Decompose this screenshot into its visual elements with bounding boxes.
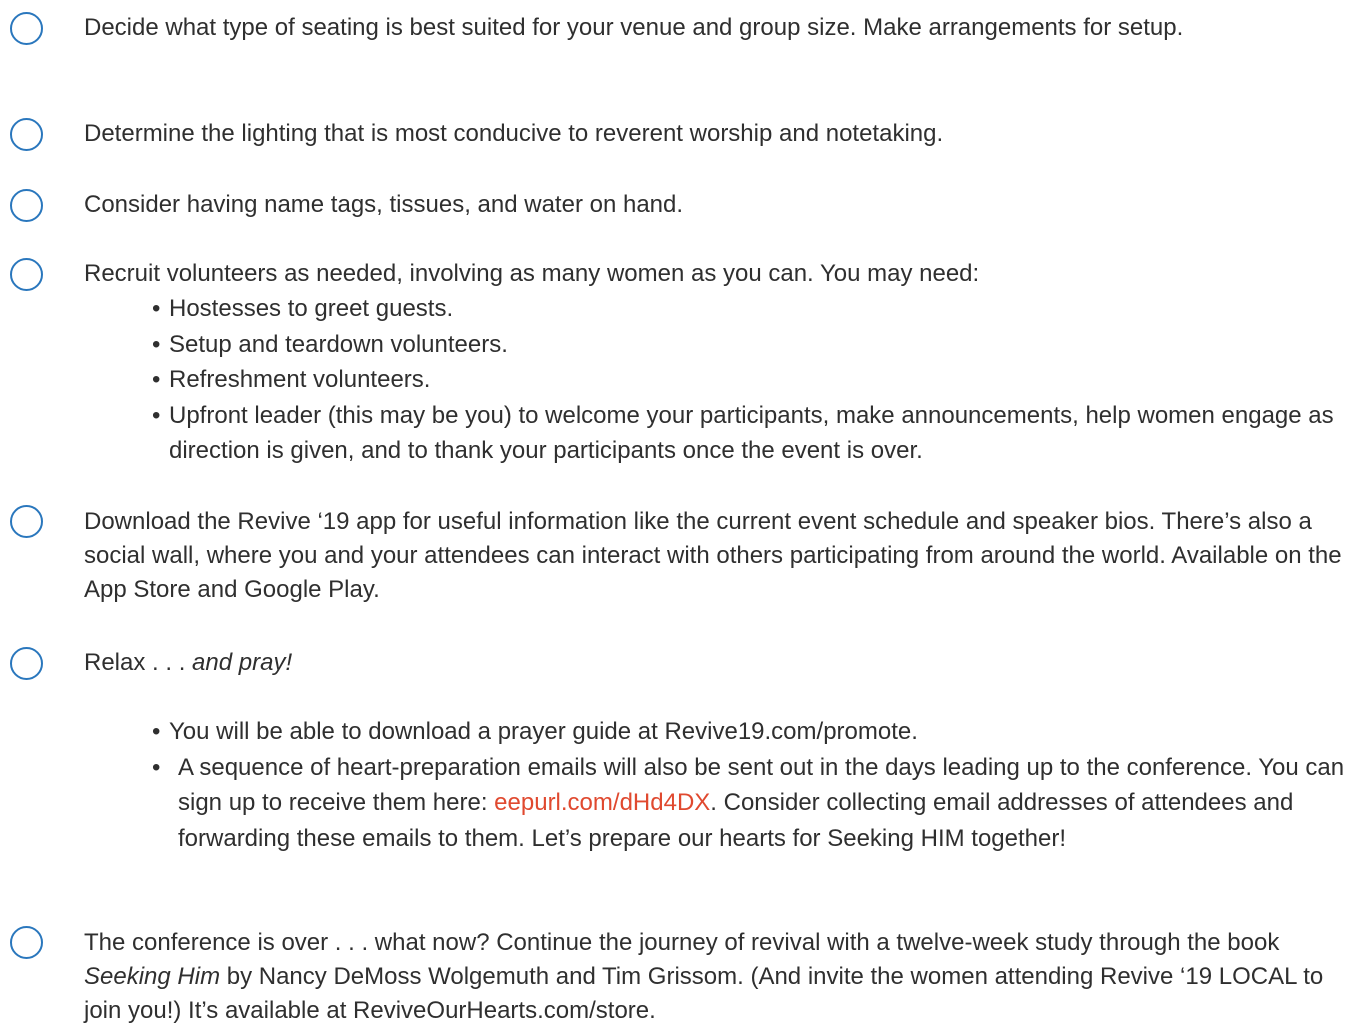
checkbox-circle-icon[interactable] <box>10 12 43 45</box>
relax-text: Relax . . . <box>84 649 193 676</box>
list-item: • You will be able to download a prayer g… <box>152 718 918 745</box>
item-text: The conference is over . . . what now? C… <box>84 929 1324 1024</box>
checkbox-circle-icon[interactable] <box>10 189 43 222</box>
list-item: • A sequence of heart-preparation emails … <box>152 753 1345 852</box>
checkbox-circle-icon[interactable] <box>10 926 43 959</box>
list-item: • Refreshment volunteers. <box>152 366 431 393</box>
item-text: Determine the lighting that is most cond… <box>84 120 944 147</box>
checkbox-circle-icon[interactable] <box>10 647 43 680</box>
list-item: • Hostesses to greet guests. <box>152 295 454 322</box>
item-text: Relax . . . and pray! <box>84 647 1354 679</box>
item-text: Decide what type of seating is best suit… <box>84 14 1184 41</box>
checkbox-circle-icon[interactable] <box>10 258 43 291</box>
book-title: Seeking Him <box>84 963 221 990</box>
and-pray-text: and pray! <box>192 649 293 676</box>
checkbox-circle-icon[interactable] <box>10 505 43 538</box>
list-item: • Setup and teardown volunteers. <box>152 330 508 358</box>
prayer-list: • You will be able to download a prayer g… <box>148 714 1353 856</box>
item-text: Consider having name tags, tissues, and … <box>84 191 684 218</box>
volunteer-list: • Hostesses to greet guests. • Setup and t… <box>148 291 1353 469</box>
signup-link[interactable]: eepurl.com/dHd4DX <box>494 789 710 816</box>
item-text: Recruit volunteers as needed, involving … <box>84 260 980 287</box>
item-text: Download the Revive ‘19 app for useful i… <box>84 508 1342 603</box>
checkbox-circle-icon[interactable] <box>10 118 43 151</box>
list-item: • Upfront leader (this may be you) to wel… <box>152 401 1334 465</box>
